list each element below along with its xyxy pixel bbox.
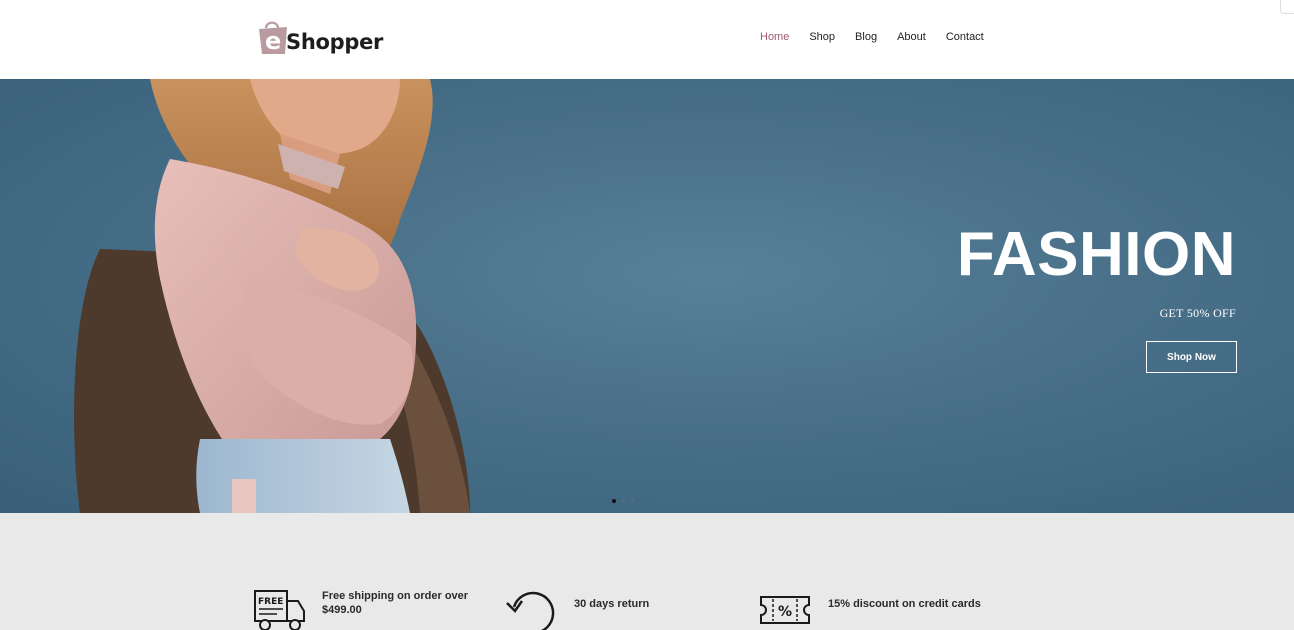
feature-text-line1: Free shipping on order over [322, 590, 469, 602]
feature-discount-text: 15% discount on credit cards [828, 598, 981, 610]
feature-text-line2: $499.00 [322, 604, 362, 616]
nav-blog[interactable]: Blog [855, 31, 877, 43]
feature-return-text: 30 days return [574, 598, 650, 610]
logo-text: Shopper [286, 30, 384, 54]
logo-letter: e [265, 27, 281, 55]
free-delivery-truck-icon: FREE [254, 590, 305, 630]
slider-dot-2[interactable] [621, 499, 625, 503]
feature-return: 30 days return [504, 589, 649, 630]
hero-title: FASHION [956, 220, 1236, 289]
site-logo[interactable]: e Shopper [256, 14, 383, 56]
corner-decoration [1280, 0, 1294, 14]
feature-free-shipping: FREE Free shipping on order over $499.00 [252, 589, 468, 630]
nav-shop[interactable]: Shop [809, 31, 835, 43]
slider-dots [612, 499, 634, 503]
nav-about[interactable]: About [897, 31, 926, 43]
hero-subtitle: GET 50% OFF [1159, 306, 1236, 320]
nav-contact[interactable]: Contact [946, 31, 984, 43]
hero-slider: FASHION GET 50% OFF Shop Now [0, 79, 1294, 513]
shop-now-button[interactable]: Shop Now [1146, 341, 1237, 373]
truck-badge-text: FREE [258, 597, 283, 607]
site-header: e Shopper Home Shop Blog About Contact [0, 0, 1294, 79]
hero-model-image [74, 79, 471, 513]
feature-free-shipping-text: Free shipping on order over $499.00 [322, 589, 468, 617]
slider-dot-3[interactable] [630, 499, 634, 503]
shopping-bag-icon: e [256, 18, 290, 56]
return-arrow-icon [506, 591, 555, 630]
slider-dot-1[interactable] [612, 499, 616, 503]
main-nav: Home Shop Blog About Contact [760, 31, 1004, 43]
discount-coupon-icon: % [760, 596, 810, 624]
features-strip: FREE Free shipping on order over $499.00… [0, 513, 1294, 630]
nav-home[interactable]: Home [760, 31, 789, 43]
feature-discount: % 15% discount on credit cards [758, 589, 981, 630]
coupon-symbol: % [778, 604, 792, 620]
